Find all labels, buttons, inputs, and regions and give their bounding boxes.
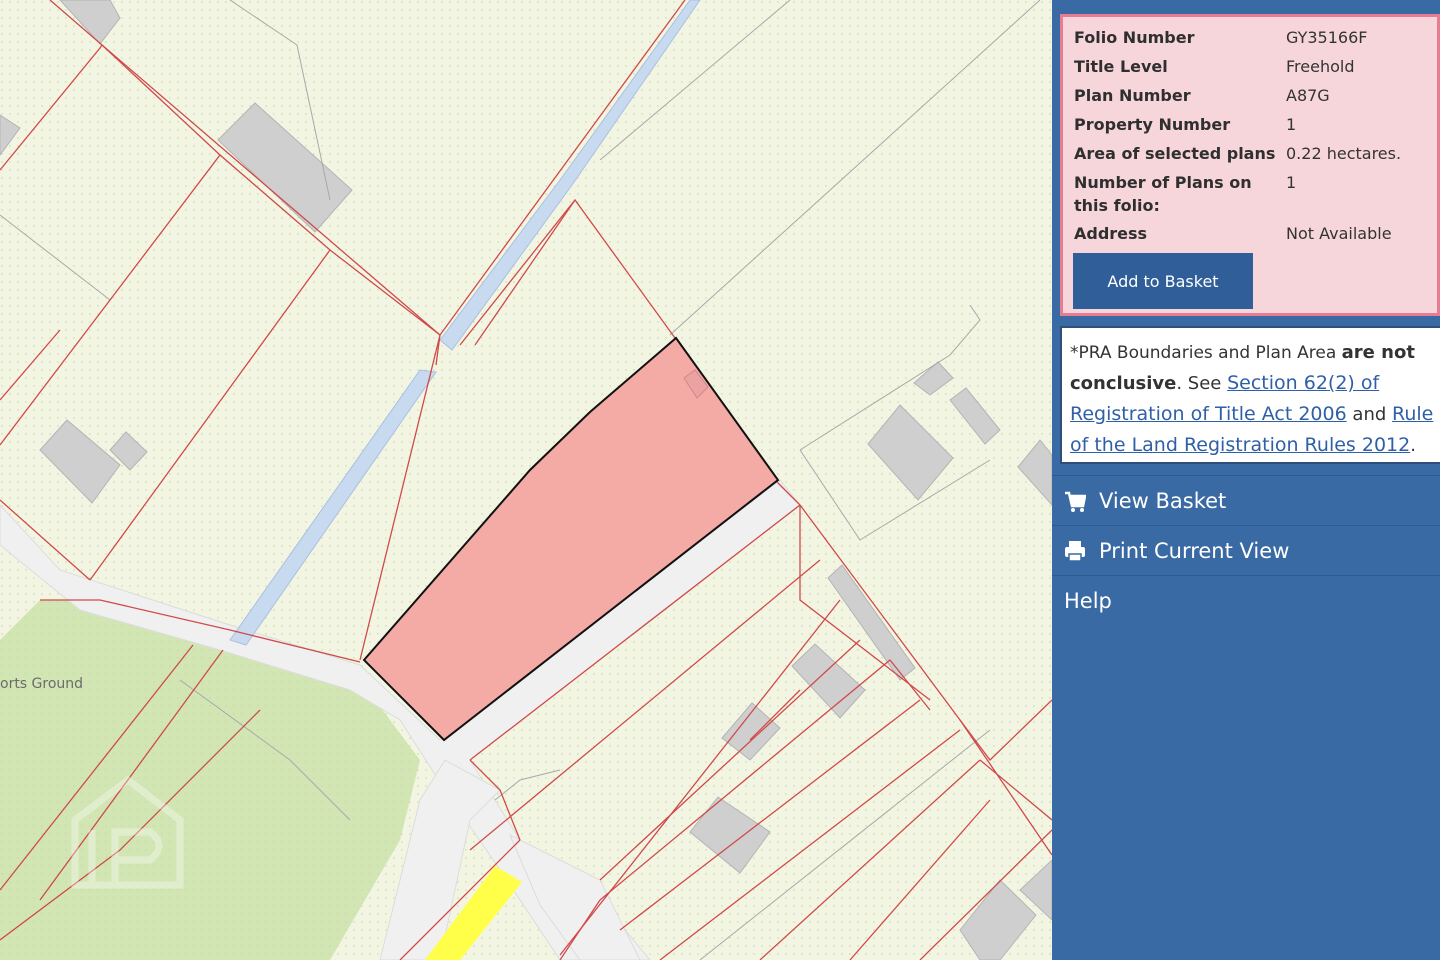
info-key: Address (1074, 224, 1148, 243)
info-value: 0.22 hectares. (1286, 144, 1402, 163)
info-value: 1 (1286, 115, 1297, 134)
info-row-address: Address Not Available (1074, 222, 1392, 245)
print-view-label: Print Current View (1099, 539, 1290, 563)
info-value: GY35166F (1286, 28, 1368, 47)
info-row-title-level: Title Level Freehold (1074, 55, 1354, 78)
info-row-property-number: Property Number 1 (1074, 113, 1296, 136)
map-view[interactable]: orts Ground (0, 0, 1052, 960)
side-panel: Folio Number GY35166F Title Level Freeho… (1052, 0, 1440, 960)
help-label: Help (1064, 589, 1112, 613)
info-key: Title Level (1074, 57, 1168, 76)
note-see: . See (1176, 373, 1228, 394)
info-row-plan-number: Plan Number A87G (1074, 84, 1330, 107)
info-value: Freehold (1286, 57, 1355, 76)
info-value: A87G (1286, 86, 1330, 105)
note-prefix: *PRA Boundaries and Plan Area (1070, 343, 1342, 363)
info-key: Property Number (1074, 115, 1231, 134)
view-basket-label: View Basket (1099, 489, 1227, 513)
info-row-folio: Folio Number GY35166F (1074, 26, 1367, 49)
note-end: . (1410, 435, 1416, 456)
info-value: 1 (1286, 173, 1297, 192)
info-row-area: Area of selected plans 0.22 hectares. (1074, 142, 1401, 165)
info-value: Not Available (1286, 224, 1392, 243)
info-key: Number of Plans on this folio: (1074, 173, 1252, 215)
folio-info-box: Folio Number GY35166F Title Level Freeho… (1060, 14, 1440, 316)
view-basket-link[interactable]: View Basket (1052, 475, 1440, 526)
info-key: Folio Number (1074, 28, 1195, 47)
info-key: Plan Number (1074, 86, 1191, 105)
map-canvas[interactable] (0, 0, 1052, 960)
help-link[interactable]: Help (1052, 575, 1440, 626)
info-row-plans-count: Number of Plans on this folio: 1 (1074, 171, 1296, 217)
print-view-link[interactable]: Print Current View (1052, 525, 1440, 576)
place-label: orts Ground (0, 676, 84, 692)
note-and: and (1346, 404, 1392, 425)
add-to-basket-button[interactable]: Add to Basket (1073, 253, 1253, 309)
info-key: Area of selected plans (1074, 144, 1276, 163)
disclaimer-note: *PRA Boundaries and Plan Area are not co… (1060, 326, 1440, 464)
